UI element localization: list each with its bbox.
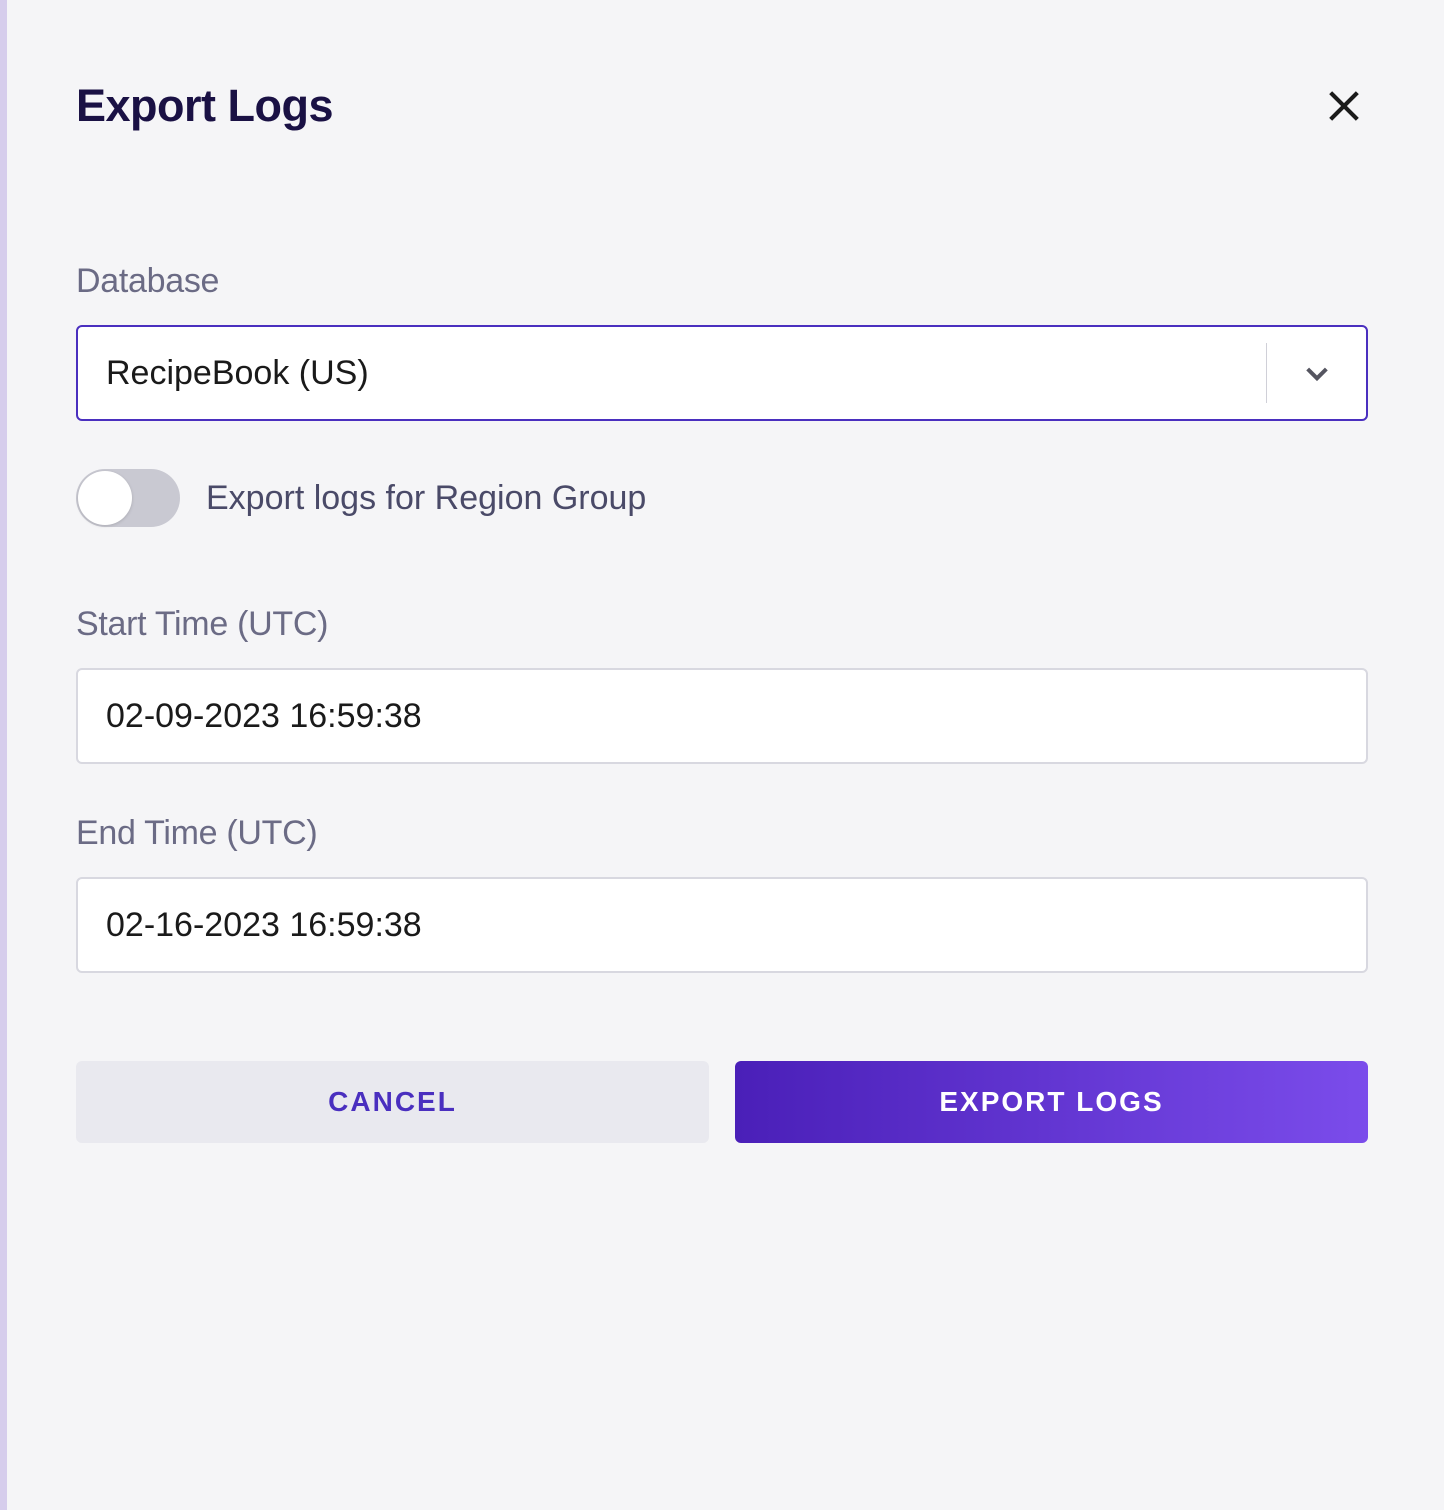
end-time-input[interactable] [76,877,1368,973]
end-time-label: End Time (UTC) [76,814,1368,853]
database-field: Database RecipeBook (US) Export logs for… [76,262,1368,527]
start-time-input[interactable] [76,668,1368,764]
chevron-down-icon [1301,357,1333,389]
export-logs-modal: Export Logs Database RecipeBook (US) Exp… [12,0,1432,1223]
button-row: CANCEL EXPORT LOGS [76,1061,1368,1143]
close-icon [1324,86,1364,126]
export-logs-button[interactable]: EXPORT LOGS [735,1061,1368,1143]
close-button[interactable] [1320,82,1368,130]
modal-title: Export Logs [76,80,333,132]
start-time-field: Start Time (UTC) [76,605,1368,764]
region-group-toggle-label: Export logs for Region Group [206,479,646,518]
database-select-value: RecipeBook (US) [78,354,1266,393]
end-time-field: End Time (UTC) [76,814,1368,973]
database-label: Database [76,262,1368,301]
database-select-chevron [1266,343,1366,403]
modal-header: Export Logs [76,80,1368,132]
start-time-label: Start Time (UTC) [76,605,1368,644]
left-accent-bar [0,0,7,1510]
toggle-knob [78,471,132,525]
region-group-toggle[interactable] [76,469,180,527]
region-group-toggle-row: Export logs for Region Group [76,469,1368,527]
cancel-button[interactable]: CANCEL [76,1061,709,1143]
database-select[interactable]: RecipeBook (US) [76,325,1368,421]
